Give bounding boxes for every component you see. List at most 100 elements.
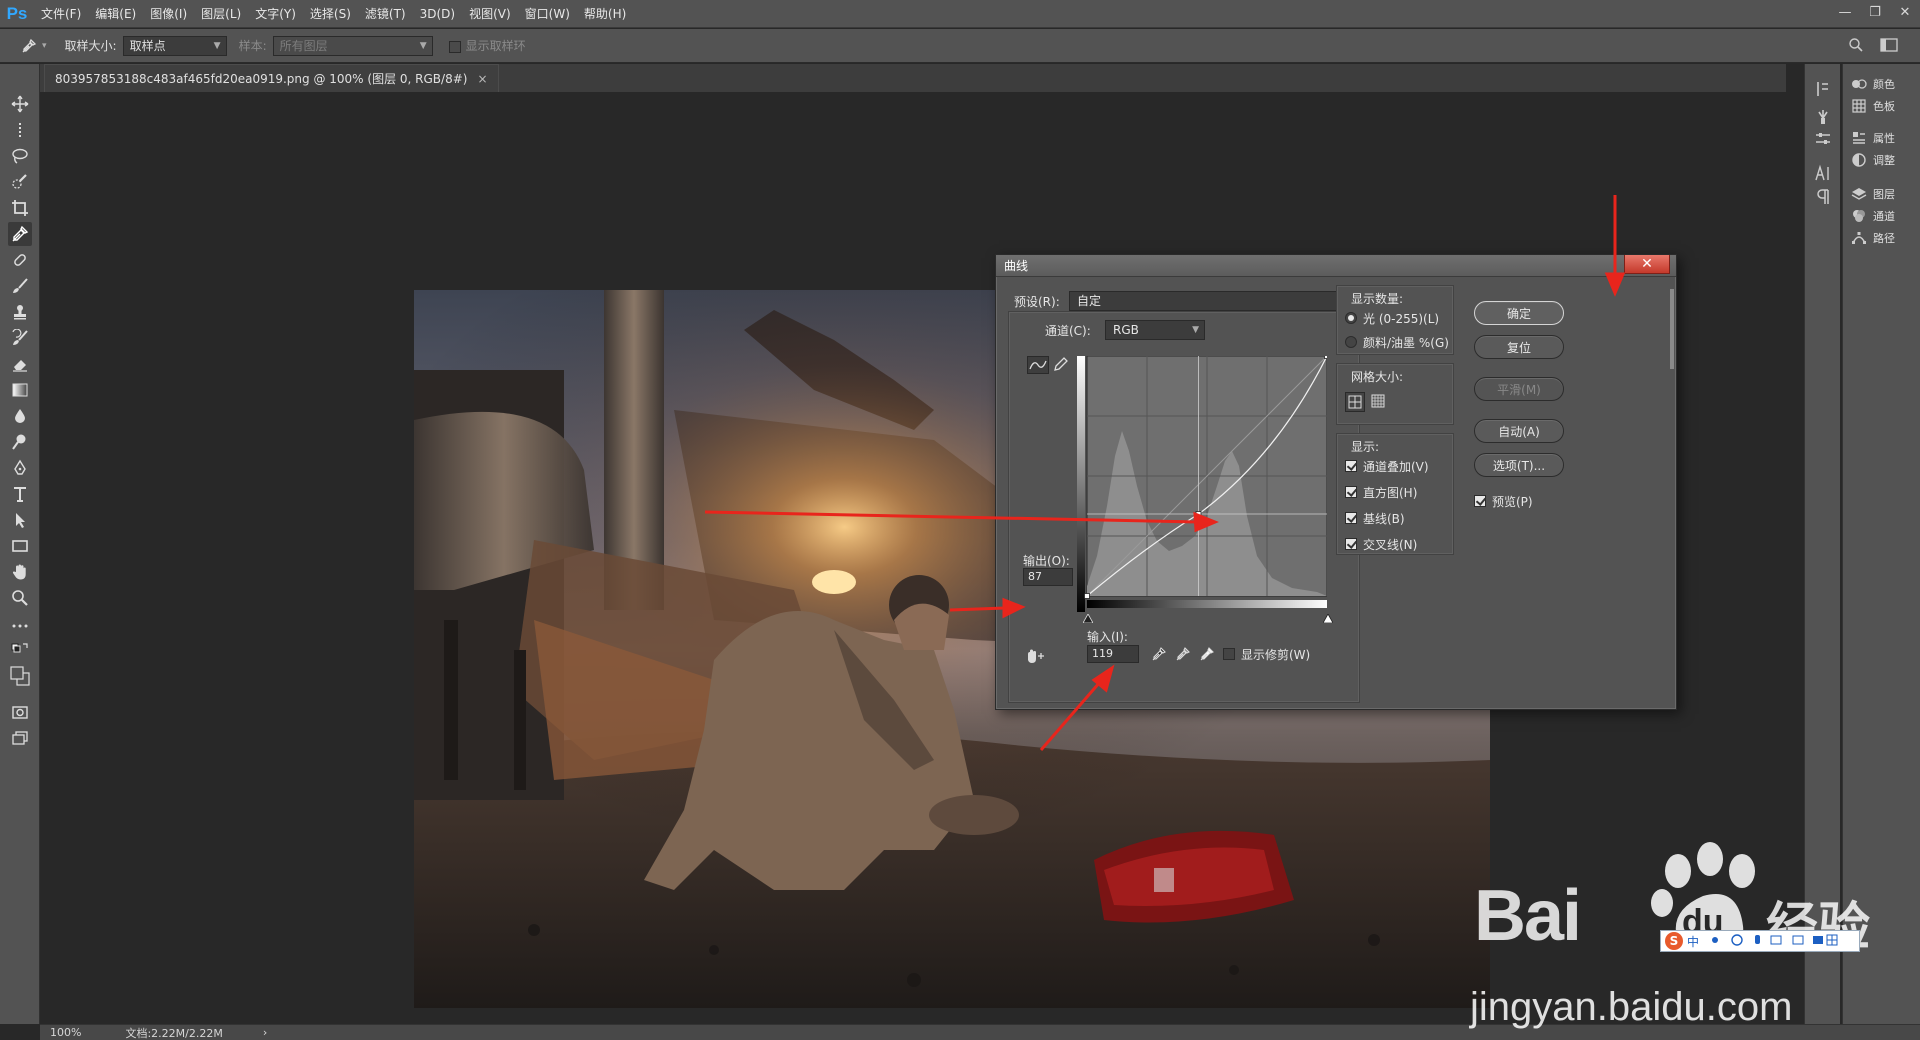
intersection-line-checkbox[interactable]: [1345, 538, 1357, 550]
channel-select[interactable]: RGB ▼: [1105, 320, 1205, 340]
ok-button[interactable]: 确定: [1474, 301, 1564, 325]
menu-3d[interactable]: 3D(D): [413, 0, 462, 28]
panel-paths[interactable]: 路径: [1851, 230, 1895, 246]
menu-bar: Ps 文件(F) 编辑(E) 图像(I) 图层(L) 文字(Y) 选择(S) 滤…: [0, 0, 1920, 28]
baseline-checkbox[interactable]: [1345, 512, 1357, 524]
grid-detailed-icon[interactable]: [1369, 392, 1389, 412]
eraser-tool-icon[interactable]: [8, 352, 32, 376]
gradient-tool-icon[interactable]: [8, 378, 32, 402]
sample-select[interactable]: 所有图层 ▼: [272, 35, 433, 56]
menu-image[interactable]: 图像(I): [143, 0, 194, 28]
healing-brush-tool-icon[interactable]: [8, 248, 32, 272]
close-tab-icon[interactable]: ×: [477, 72, 487, 86]
marquee-tool-icon[interactable]: [8, 118, 32, 142]
panel-channels[interactable]: 通道: [1851, 208, 1895, 224]
output-value-field[interactable]: 87: [1023, 568, 1073, 586]
menu-select[interactable]: 选择(S): [303, 0, 358, 28]
histogram-checkbox[interactable]: [1345, 486, 1357, 498]
panel-adjustments[interactable]: 调整: [1851, 152, 1895, 168]
close-window-button[interactable]: ✕: [1890, 0, 1920, 24]
show-ring-checkbox[interactable]: [448, 40, 461, 53]
menu-edit[interactable]: 编辑(E): [88, 0, 143, 28]
brush-settings-icon[interactable]: [1814, 108, 1832, 126]
menu-help[interactable]: 帮助(H): [577, 0, 633, 28]
quick-mask-icon[interactable]: [8, 700, 32, 724]
menu-layer[interactable]: 图层(L): [194, 0, 248, 28]
panel-properties-label: 属性: [1873, 132, 1895, 145]
menu-filter[interactable]: 滤镜(T): [358, 0, 413, 28]
zoom-tool-icon[interactable]: [8, 586, 32, 610]
search-icon[interactable]: [1848, 37, 1864, 56]
targeted-adjustment-icon[interactable]: [1023, 648, 1045, 667]
history-brush-tool-icon[interactable]: [8, 326, 32, 350]
eyedropper-tool-icon[interactable]: [8, 222, 32, 246]
input-value-field[interactable]: 119: [1087, 645, 1139, 663]
black-eyedropper-icon[interactable]: [1151, 646, 1167, 665]
channel-overlay-checkbox[interactable]: [1345, 460, 1357, 472]
menu-view[interactable]: 视图(V): [462, 0, 518, 28]
preview-label: 预览(P): [1492, 495, 1533, 509]
path-selection-tool-icon[interactable]: [8, 508, 32, 532]
white-point-slider[interactable]: [1322, 612, 1334, 626]
paragraph-icon[interactable]: [1814, 188, 1832, 206]
gray-eyedropper-icon[interactable]: [1175, 646, 1191, 665]
status-expand-icon[interactable]: ›: [263, 1026, 267, 1039]
menu-type[interactable]: 文字(Y): [248, 0, 303, 28]
preset-dropdown-icon[interactable]: ▾: [42, 41, 47, 51]
color-swatches-icon[interactable]: [8, 662, 32, 690]
panel-swatches[interactable]: 色板: [1851, 98, 1895, 114]
pencil-tool-icon[interactable]: [1052, 356, 1072, 374]
history-icon[interactable]: [1814, 80, 1832, 98]
blur-tool-icon[interactable]: [8, 404, 32, 428]
panel-color-label: 颜色: [1873, 78, 1895, 91]
document-tab[interactable]: 803957853188c483af465fd20ea0919.png @ 10…: [44, 64, 499, 92]
zoom-level[interactable]: 100%: [50, 1026, 81, 1039]
show-clipping-checkbox[interactable]: [1223, 648, 1235, 660]
white-eyedropper-icon[interactable]: [1199, 646, 1215, 665]
adjust-sliders-icon[interactable]: [1814, 130, 1832, 148]
rectangle-tool-icon[interactable]: [8, 534, 32, 558]
dialog-close-button[interactable]: ✕: [1624, 255, 1670, 274]
dialog-title[interactable]: 曲线: [996, 255, 1676, 277]
menu-window[interactable]: 窗口(W): [518, 0, 577, 28]
preview-checkbox[interactable]: [1474, 495, 1486, 507]
hand-tool-icon[interactable]: [8, 560, 32, 584]
smooth-button[interactable]: 平滑(M): [1474, 377, 1564, 401]
lasso-tool-icon[interactable]: [8, 144, 32, 168]
brush-tool-icon[interactable]: [8, 274, 32, 298]
eyedropper-tool-preset-icon[interactable]: [18, 35, 40, 57]
auto-button[interactable]: 自动(A): [1474, 419, 1564, 443]
curve-point-tool-icon[interactable]: [1027, 356, 1049, 374]
crop-tool-icon[interactable]: [8, 196, 32, 220]
pen-tool-icon[interactable]: [8, 456, 32, 480]
more-tools-icon[interactable]: [8, 614, 32, 638]
dodge-tool-icon[interactable]: [8, 430, 32, 454]
swap-colors-icon[interactable]: [8, 638, 32, 662]
sample-size-select[interactable]: 取样点 ▼: [122, 35, 227, 56]
restore-button[interactable]: ❐: [1860, 0, 1890, 24]
panel-paths-label: 路径: [1873, 232, 1895, 245]
minimize-button[interactable]: —: [1830, 0, 1860, 24]
preset-select[interactable]: 自定 ▼: [1069, 291, 1361, 311]
panel-properties[interactable]: 属性: [1851, 130, 1895, 146]
quick-select-tool-icon[interactable]: [8, 170, 32, 194]
move-tool-icon[interactable]: [8, 92, 32, 116]
light-radio[interactable]: [1345, 312, 1357, 324]
reset-button[interactable]: 复位: [1474, 335, 1564, 359]
sample-size-label: 取样大小:: [64, 39, 117, 53]
grid-simple-icon[interactable]: [1345, 392, 1365, 412]
curves-graph[interactable]: [1077, 353, 1330, 614]
pigment-radio[interactable]: [1345, 336, 1357, 348]
type-tool-icon[interactable]: [8, 482, 32, 506]
panel-color[interactable]: 颜色: [1851, 76, 1895, 92]
screen-mode-icon[interactable]: [8, 726, 32, 750]
show-ring-option[interactable]: 显示取样环: [448, 37, 532, 54]
character-icon[interactable]: [1814, 164, 1832, 182]
black-point-slider[interactable]: [1082, 612, 1094, 626]
clone-stamp-tool-icon[interactable]: [8, 300, 32, 324]
workspace-icon[interactable]: [1880, 37, 1898, 56]
menu-file[interactable]: 文件(F): [34, 0, 88, 28]
options-button[interactable]: 选项(T)...: [1474, 453, 1564, 477]
panel-layers[interactable]: 图层: [1851, 186, 1895, 202]
ime-toolbar[interactable]: S 中: [1660, 930, 1860, 952]
